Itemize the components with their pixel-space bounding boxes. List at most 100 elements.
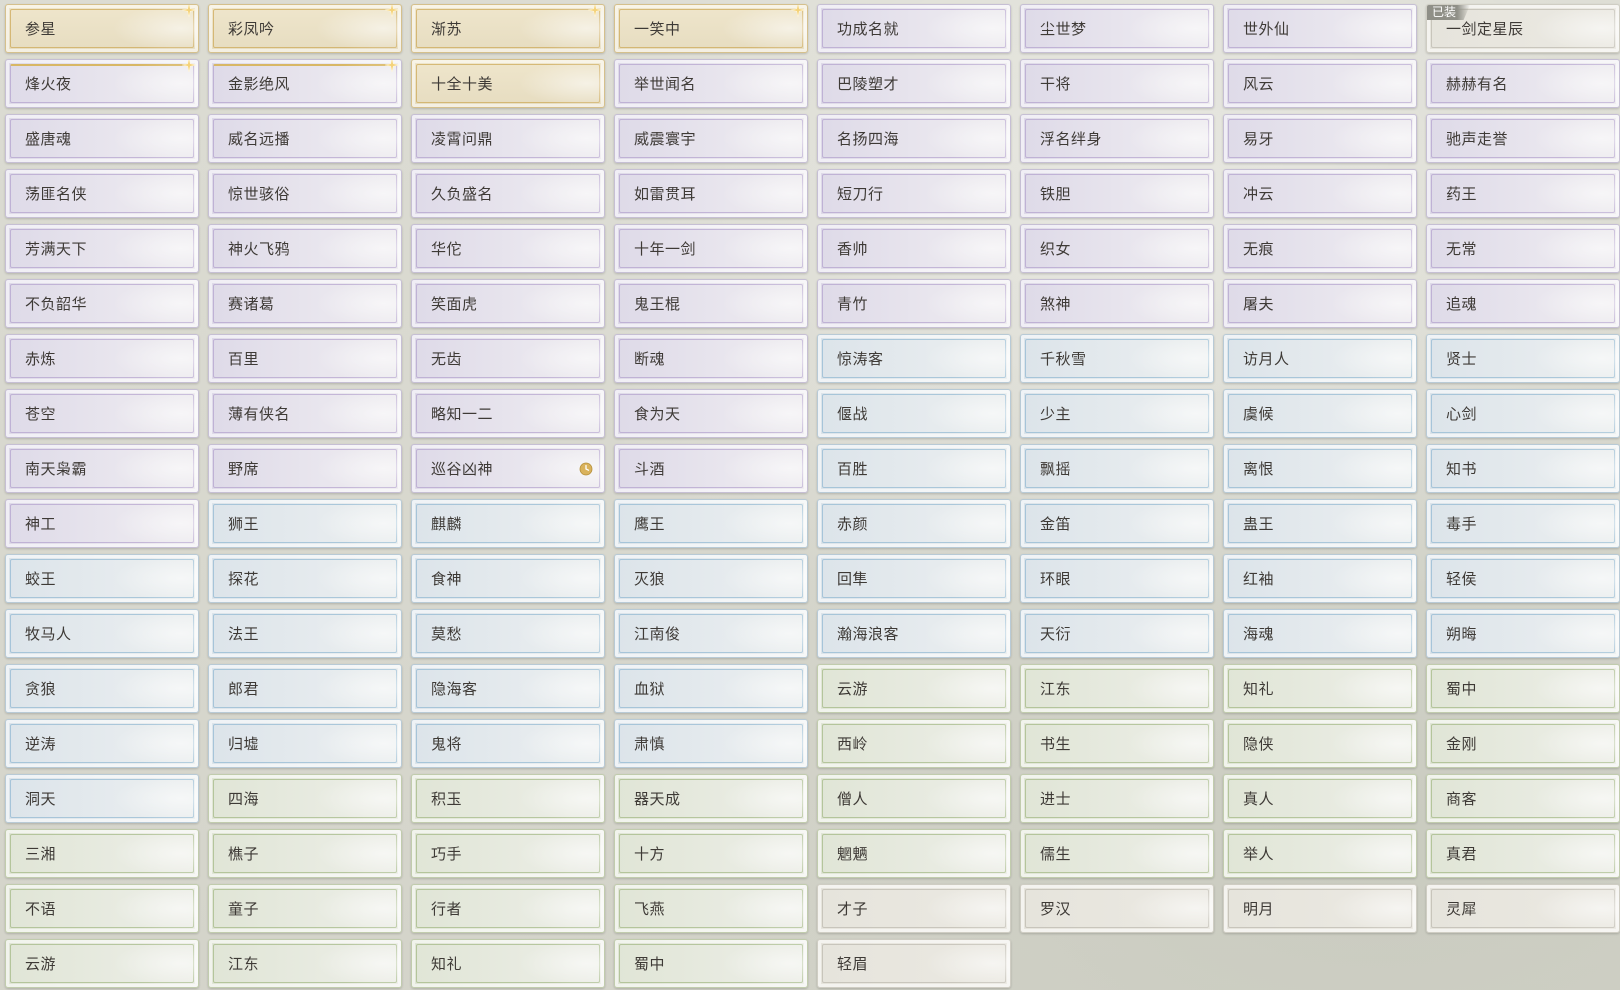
title-tile[interactable]: 野席 [208,444,402,493]
title-tile[interactable]: 威名远播 [208,114,402,163]
title-tile[interactable]: 百胜 [817,444,1011,493]
title-tile[interactable]: 环眼 [1020,554,1214,603]
title-tile[interactable]: 莫愁 [411,609,605,658]
title-tile[interactable]: 不语 [5,884,199,933]
title-tile[interactable]: 隐侠 [1223,719,1417,768]
title-tile[interactable]: 轻眉 [817,939,1011,988]
title-tile[interactable]: 风云 [1223,59,1417,108]
title-tile[interactable]: 金笛 [1020,499,1214,548]
title-tile[interactable]: 举世闻名 [614,59,808,108]
title-tile[interactable]: 积玉 [411,774,605,823]
title-tile[interactable]: 僧人 [817,774,1011,823]
title-tile[interactable]: 华佗 [411,224,605,273]
title-tile[interactable]: 红袖 [1223,554,1417,603]
title-tile[interactable]: 儒生 [1020,829,1214,878]
title-tile[interactable]: 逆涛 [5,719,199,768]
title-tile[interactable]: 回隼 [817,554,1011,603]
title-tile[interactable]: 血狱 [614,664,808,713]
title-tile[interactable]: 灵犀 [1426,884,1620,933]
title-tile[interactable]: 斗酒 [614,444,808,493]
title-tile[interactable]: 香帅 [817,224,1011,273]
title-tile[interactable]: 真人 [1223,774,1417,823]
title-tile[interactable]: 神工 [5,499,199,548]
title-tile[interactable]: 略知一二 [411,389,605,438]
title-tile[interactable]: 如雷贯耳 [614,169,808,218]
title-tile[interactable]: 凌霄问鼎 [411,114,605,163]
title-tile[interactable]: 行者 [411,884,605,933]
title-tile[interactable]: 云游 [5,939,199,988]
title-tile[interactable]: 无齿 [411,334,605,383]
title-tile[interactable]: 江东 [208,939,402,988]
title-tile[interactable]: 明月 [1223,884,1417,933]
title-tile[interactable]: 隐海客 [411,664,605,713]
title-tile[interactable]: 洞天 [5,774,199,823]
title-tile[interactable]: 毒手 [1426,499,1620,548]
title-tile[interactable]: 惊涛客 [817,334,1011,383]
title-tile[interactable]: 西岭 [817,719,1011,768]
title-tile[interactable]: 南天枭霸 [5,444,199,493]
title-tile[interactable]: 笑面虎 [411,279,605,328]
title-tile[interactable]: 才子 [817,884,1011,933]
title-tile[interactable]: 三湘 [5,829,199,878]
title-tile[interactable]: 麒麟 [411,499,605,548]
title-tile[interactable]: 真君 [1426,829,1620,878]
title-tile[interactable]: 食为天 [614,389,808,438]
title-tile[interactable]: 荡匪名侠 [5,169,199,218]
title-tile[interactable]: 知礼 [411,939,605,988]
title-tile[interactable]: 功成名就 [817,4,1011,53]
title-tile[interactable]: 赤颜 [817,499,1011,548]
title-tile[interactable]: 短刀行 [817,169,1011,218]
title-tile[interactable]: 肃慎 [614,719,808,768]
title-tile[interactable]: 浮名绊身 [1020,114,1214,163]
title-tile[interactable]: 易牙 [1223,114,1417,163]
title-tile[interactable]: 干将 [1020,59,1214,108]
title-tile[interactable]: 一剑定星辰 已装 [1426,4,1620,53]
title-tile[interactable]: 轻侯 [1426,554,1620,603]
title-tile[interactable]: 尘世梦 [1020,4,1214,53]
title-tile[interactable]: 知礼 [1223,664,1417,713]
title-tile[interactable]: 盛唐魂 [5,114,199,163]
title-tile[interactable]: 探花 [208,554,402,603]
title-tile[interactable]: 金刚 [1426,719,1620,768]
title-tile[interactable]: 惊世骇俗 [208,169,402,218]
title-tile[interactable]: 十全十美 [411,59,605,108]
title-tile[interactable]: 心剑 [1426,389,1620,438]
title-tile[interactable]: 断魂 [614,334,808,383]
title-tile[interactable]: 郎君 [208,664,402,713]
title-tile[interactable]: 鬼将 [411,719,605,768]
title-tile[interactable]: 烽火夜 [5,59,199,108]
title-tile[interactable]: 薄有侠名 [208,389,402,438]
title-tile[interactable]: 鬼王棍 [614,279,808,328]
title-tile[interactable]: 知书 [1426,444,1620,493]
title-tile[interactable]: 魍魉 [817,829,1011,878]
title-tile[interactable]: 赛诸葛 [208,279,402,328]
title-tile[interactable]: 樵子 [208,829,402,878]
title-tile[interactable]: 威震寰宇 [614,114,808,163]
title-tile[interactable]: 铁胆 [1020,169,1214,218]
title-tile[interactable]: 牧马人 [5,609,199,658]
title-tile[interactable]: 法王 [208,609,402,658]
title-tile[interactable]: 巧手 [411,829,605,878]
title-tile[interactable]: 罗汉 [1020,884,1214,933]
title-tile[interactable]: 书生 [1020,719,1214,768]
title-tile[interactable]: 蜀中 [614,939,808,988]
title-tile[interactable]: 瀚海浪客 [817,609,1011,658]
title-tile[interactable]: 归墟 [208,719,402,768]
title-tile[interactable]: 彩凤吟 [208,4,402,53]
title-tile[interactable]: 渐苏 [411,4,605,53]
title-tile[interactable]: 蛟王 [5,554,199,603]
title-tile[interactable]: 四海 [208,774,402,823]
title-tile[interactable]: 巡谷凶神 [411,444,605,493]
title-tile[interactable]: 蜀中 [1426,664,1620,713]
title-tile[interactable]: 无痕 [1223,224,1417,273]
title-tile[interactable]: 赫赫有名 [1426,59,1620,108]
title-tile[interactable]: 青竹 [817,279,1011,328]
title-tile[interactable]: 十年一剑 [614,224,808,273]
title-tile[interactable]: 器天成 [614,774,808,823]
title-tile[interactable]: 贪狼 [5,664,199,713]
title-tile[interactable]: 千秋雪 [1020,334,1214,383]
title-tile[interactable]: 灭狼 [614,554,808,603]
title-tile[interactable]: 童子 [208,884,402,933]
title-tile[interactable]: 巴陵塑才 [817,59,1011,108]
title-tile[interactable]: 屠夫 [1223,279,1417,328]
